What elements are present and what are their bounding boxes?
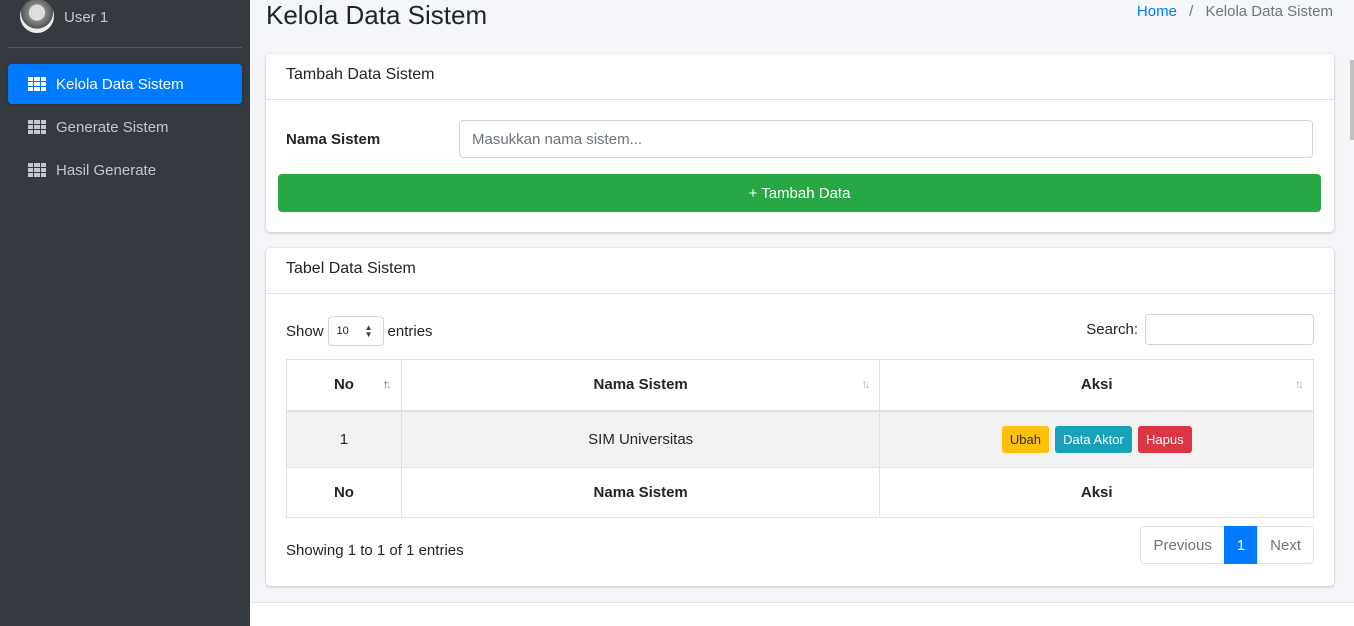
system-table-card: Tabel Data Sistem Show 10 ▲ ▼ entries Sea…: [266, 248, 1334, 586]
sidebar-item-label: Kelola Data Sistem: [56, 75, 184, 93]
add-data-button[interactable]: + Tambah Data: [278, 174, 1321, 212]
breadcrumb-home-link[interactable]: Home: [1137, 3, 1177, 20]
next-page-button[interactable]: Next: [1257, 526, 1314, 564]
data-aktor-button[interactable]: Data Aktor: [1055, 425, 1132, 453]
previous-page-button[interactable]: Previous: [1140, 526, 1225, 564]
scrollbar[interactable]: [1350, 60, 1354, 140]
show-label: Show: [286, 322, 324, 340]
sidebar-item-generate-sistem[interactable]: Generate Sistem: [8, 107, 242, 147]
sort-asc-icon: ↑↓: [382, 377, 392, 391]
breadcrumb-current: Kelola Data Sistem: [1205, 3, 1333, 20]
column-header-aksi[interactable]: Aksi ↑↓: [879, 359, 1314, 412]
sort-icon: ↑↓: [1295, 377, 1304, 391]
table-footer-row: No Nama Sistem Aksi: [286, 467, 1314, 518]
delete-button[interactable]: Hapus: [1137, 425, 1192, 453]
sidebar-item-label: Generate Sistem: [56, 118, 169, 136]
table-grid-icon: [28, 77, 46, 91]
card-title: Tambah Data Sistem: [266, 54, 1334, 100]
cell-nama-sistem: SIM Universitas: [400, 410, 881, 468]
breadcrumb-separator: /: [1189, 3, 1194, 20]
page-footer: [250, 602, 1354, 626]
footer-nama-sistem: Nama Sistem: [400, 467, 881, 518]
table-grid-icon: [28, 163, 46, 177]
cell-aksi: Ubah Data Aktor Hapus: [879, 410, 1314, 468]
page-length-select[interactable]: 10 ▲ ▼: [327, 316, 384, 346]
page-1-button[interactable]: 1: [1223, 526, 1259, 564]
breadcrumb: Home / Kelola Data Sistem: [1137, 3, 1333, 20]
system-table: No ↑↓ Nama Sistem ↑↓ Aksi ↑↓ 1 SIM Unive…: [286, 359, 1314, 518]
table-info: Showing 1 to 1 of 1 entries: [286, 542, 464, 559]
sidebar-item-hasil-generate[interactable]: Hasil Generate: [8, 150, 242, 190]
column-header-nama-sistem[interactable]: Nama Sistem ↑↓: [400, 359, 881, 412]
page-length-value: 10: [336, 325, 349, 337]
form-row: Nama Sistem: [286, 120, 1313, 158]
card-title: Tabel Data Sistem: [266, 248, 1334, 294]
search-box: Search:: [1086, 314, 1314, 345]
table-header-row: No ↑↓ Nama Sistem ↑↓ Aksi ↑↓: [286, 359, 1314, 412]
system-name-input[interactable]: [459, 120, 1313, 158]
select-arrows-icon: ▲ ▼: [364, 323, 373, 339]
user-panel[interactable]: User 1: [8, 0, 242, 48]
sort-icon: ↑↓: [861, 377, 870, 391]
sidebar-nav: Kelola Data Sistem Generate Sistem Hasil…: [0, 64, 250, 190]
show-entries: Show 10 ▲ ▼ entries: [286, 316, 433, 346]
footer-aksi: Aksi: [879, 467, 1314, 518]
entries-label: entries: [387, 322, 433, 340]
search-input[interactable]: [1145, 314, 1314, 345]
add-system-card: Tambah Data Sistem Nama Sistem + Tambah …: [266, 54, 1334, 232]
edit-button[interactable]: Ubah: [1001, 425, 1049, 453]
sidebar: User 1 Kelola Data Sistem Generate Siste…: [0, 0, 250, 626]
system-name-label: Nama Sistem: [286, 131, 381, 148]
footer-no: No: [286, 467, 402, 518]
sidebar-item-kelola-data-sistem[interactable]: Kelola Data Sistem: [8, 64, 242, 104]
table-grid-icon: [28, 120, 46, 134]
sidebar-item-label: Hasil Generate: [56, 161, 157, 179]
column-header-no[interactable]: No ↑↓: [286, 359, 402, 412]
page-title: Kelola Data Sistem: [266, 0, 488, 30]
cell-no: 1: [286, 410, 402, 468]
user-name[interactable]: User 1: [64, 9, 108, 26]
pagination: Previous 1 Next: [1140, 526, 1314, 564]
avatar[interactable]: [20, 0, 54, 33]
search-label: Search:: [1086, 321, 1138, 338]
table-row: 1 SIM Universitas Ubah Data Aktor Hapus: [286, 410, 1314, 468]
